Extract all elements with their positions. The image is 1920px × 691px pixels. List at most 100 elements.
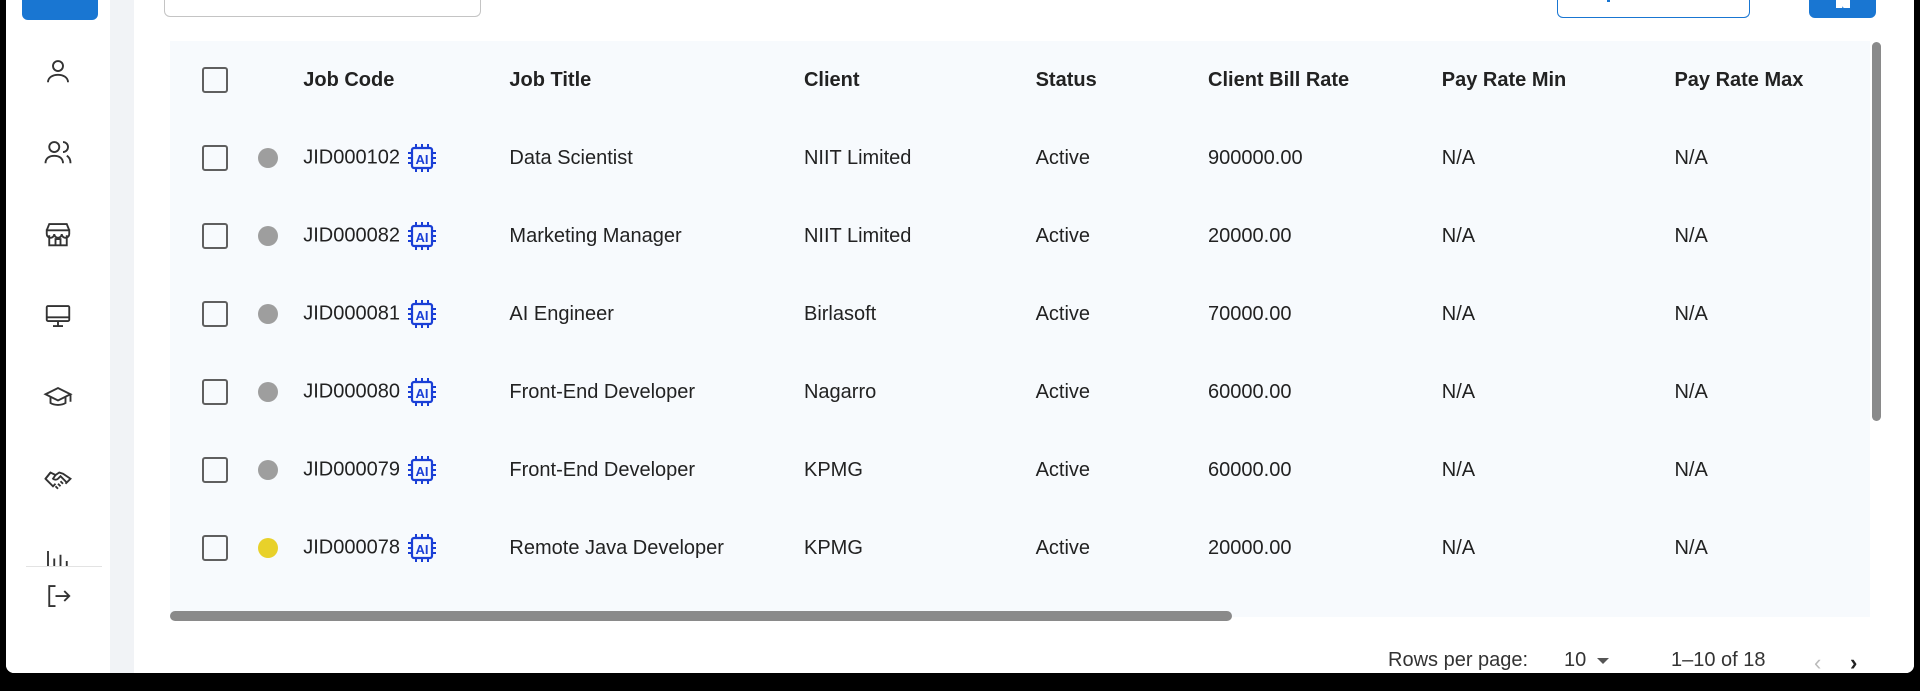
job-code[interactable]: JID000080	[303, 381, 400, 403]
client: KPMG	[803, 458, 863, 481]
row-checkbox[interactable]	[202, 457, 228, 483]
ai-chip-icon: AI	[408, 300, 436, 328]
next-page-icon[interactable]: ›	[1850, 650, 1857, 673]
store-icon[interactable]	[42, 218, 74, 250]
table-row[interactable]: JID000080 AI Front-End Developer Nagarro Act…	[170, 353, 1870, 431]
graduation-cap-icon[interactable]	[42, 382, 74, 414]
pay-rate-max: N/A	[1674, 146, 1708, 169]
job-title: Front-End Developer	[509, 380, 696, 403]
job-code[interactable]: JID000102	[303, 147, 400, 169]
rows-per-page-label: Rows per page:	[1388, 649, 1529, 671]
jobs-table-container: Job Code Job Title Client Status Client …	[170, 41, 1870, 617]
table-row[interactable]: JID000079 AI Front-End Developer KPMG Active…	[170, 431, 1870, 509]
status-indicator-dot	[257, 382, 278, 403]
ai-badge-text: AI	[416, 308, 429, 323]
status-indicator-dot	[257, 148, 278, 169]
client-bill-rate: 60000.00	[1208, 458, 1292, 481]
job-title: Front-End Developer	[509, 458, 696, 481]
column-header-client-bill-rate[interactable]: Client Bill Rate	[1208, 41, 1442, 119]
table-row[interactable]: JID000078 AI Remote Java Developer KPMG Acti…	[170, 509, 1870, 587]
select-all-checkbox[interactable]	[202, 67, 228, 93]
ai-chip-icon: AI	[408, 378, 436, 406]
table-header-row: Job Code Job Title Client Status Client …	[170, 41, 1870, 119]
search-icon	[467, 0, 468, 1]
ai-badge-text: AI	[416, 386, 429, 401]
user-icon[interactable]	[42, 55, 74, 87]
pay-rate-max: N/A	[1674, 536, 1708, 559]
pay-rate-max: N/A	[1674, 380, 1708, 403]
status: Active	[1035, 146, 1091, 169]
pay-rate-min: N/A	[1441, 380, 1476, 403]
main-panel: Job Code Job Title Client Status Client …	[134, 0, 1914, 673]
job-title: Marketing Manager	[509, 224, 682, 247]
logout-icon[interactable]	[42, 580, 74, 612]
jobs-table: Job Code Job Title Client Status Client …	[170, 41, 1870, 587]
ai-chip-icon: AI	[408, 534, 436, 562]
pay-rate-min: N/A	[1441, 536, 1476, 559]
pay-rate-min: N/A	[1441, 302, 1476, 325]
client: NIIT Limited	[803, 146, 912, 169]
rows-per-page-select[interactable]: 10	[1564, 649, 1586, 672]
row-checkbox[interactable]	[202, 223, 228, 249]
bar-chart-icon[interactable]	[42, 546, 74, 566]
pay-rate-max: N/A	[1674, 302, 1708, 325]
primary-action-button[interactable]	[1809, 0, 1876, 18]
row-checkbox[interactable]	[202, 145, 228, 171]
status: Active	[1035, 536, 1091, 559]
column-header-job-title[interactable]: Job Title	[509, 41, 804, 119]
job-title: Data Scientist	[509, 146, 633, 169]
client-bill-rate: 70000.00	[1208, 302, 1292, 325]
previous-page-icon[interactable]: ‹	[1814, 650, 1821, 673]
chevron-down-icon[interactable]	[1597, 658, 1609, 664]
column-header-pay-rate-min[interactable]: Pay Rate Min	[1442, 41, 1675, 119]
status-indicator-dot	[257, 538, 278, 559]
row-checkbox[interactable]	[202, 301, 228, 327]
pagination-range: 1–10 of 18	[1671, 649, 1766, 671]
ai-badge-text: AI	[416, 464, 429, 479]
client: Nagarro	[803, 380, 877, 403]
handshake-icon[interactable]	[42, 464, 74, 496]
status: Active	[1035, 224, 1091, 247]
column-header-pay-rate-max[interactable]: Pay Rate Max	[1674, 41, 1870, 119]
table-row[interactable]: JID000082 AI Marketing Manager NIIT Limited…	[170, 197, 1870, 275]
client: Birlasoft	[803, 302, 877, 325]
horizontal-scrollbar[interactable]	[170, 611, 1232, 621]
monitor-icon[interactable]	[42, 300, 74, 332]
client-bill-rate: 20000.00	[1208, 224, 1292, 247]
status: Active	[1035, 302, 1091, 325]
column-header-job-code[interactable]: Job Code	[303, 41, 509, 119]
pay-rate-max: N/A	[1674, 224, 1708, 247]
users-icon[interactable]	[42, 136, 74, 168]
pay-rate-max: N/A	[1674, 458, 1708, 481]
client: KPMG	[803, 536, 863, 559]
row-checkbox[interactable]	[202, 379, 228, 405]
ai-chip-icon: AI	[408, 222, 436, 250]
column-header-client[interactable]: Client	[804, 41, 1036, 119]
secondary-action-button[interactable]	[1557, 0, 1750, 18]
table-row[interactable]: JID000081 AI AI Engineer Birlasoft Active 700…	[170, 275, 1870, 353]
client-bill-rate: 20000.00	[1208, 536, 1292, 559]
status-indicator-dot	[257, 304, 278, 325]
job-code[interactable]: JID000079	[303, 459, 400, 481]
job-title: Remote Java Developer	[509, 536, 724, 559]
job-code[interactable]: JID000081	[303, 303, 400, 325]
ai-chip-icon: AI	[408, 456, 436, 484]
client-bill-rate: 900000.00	[1208, 146, 1303, 169]
table-row[interactable]: JID000102 AI Data Scientist NIIT Limited Act…	[170, 119, 1870, 197]
status-indicator-dot	[257, 226, 278, 247]
ai-badge-text: AI	[416, 152, 429, 167]
ai-badge-text: AI	[416, 542, 429, 557]
sidebar	[6, 0, 110, 673]
grid-icon	[1836, 0, 1850, 8]
row-checkbox[interactable]	[202, 535, 228, 561]
job-code[interactable]: JID000078	[303, 537, 400, 559]
ai-chip-icon: AI	[408, 144, 436, 172]
search-input[interactable]	[164, 0, 481, 17]
status: Active	[1035, 380, 1091, 403]
app-frame: Job Code Job Title Client Status Client …	[6, 0, 1914, 673]
column-header-status[interactable]: Status	[1036, 41, 1208, 119]
job-code[interactable]: JID000082	[303, 225, 400, 247]
sidebar-divider	[26, 566, 102, 567]
sidebar-top-button[interactable]	[22, 0, 98, 20]
vertical-scrollbar[interactable]	[1872, 42, 1881, 421]
